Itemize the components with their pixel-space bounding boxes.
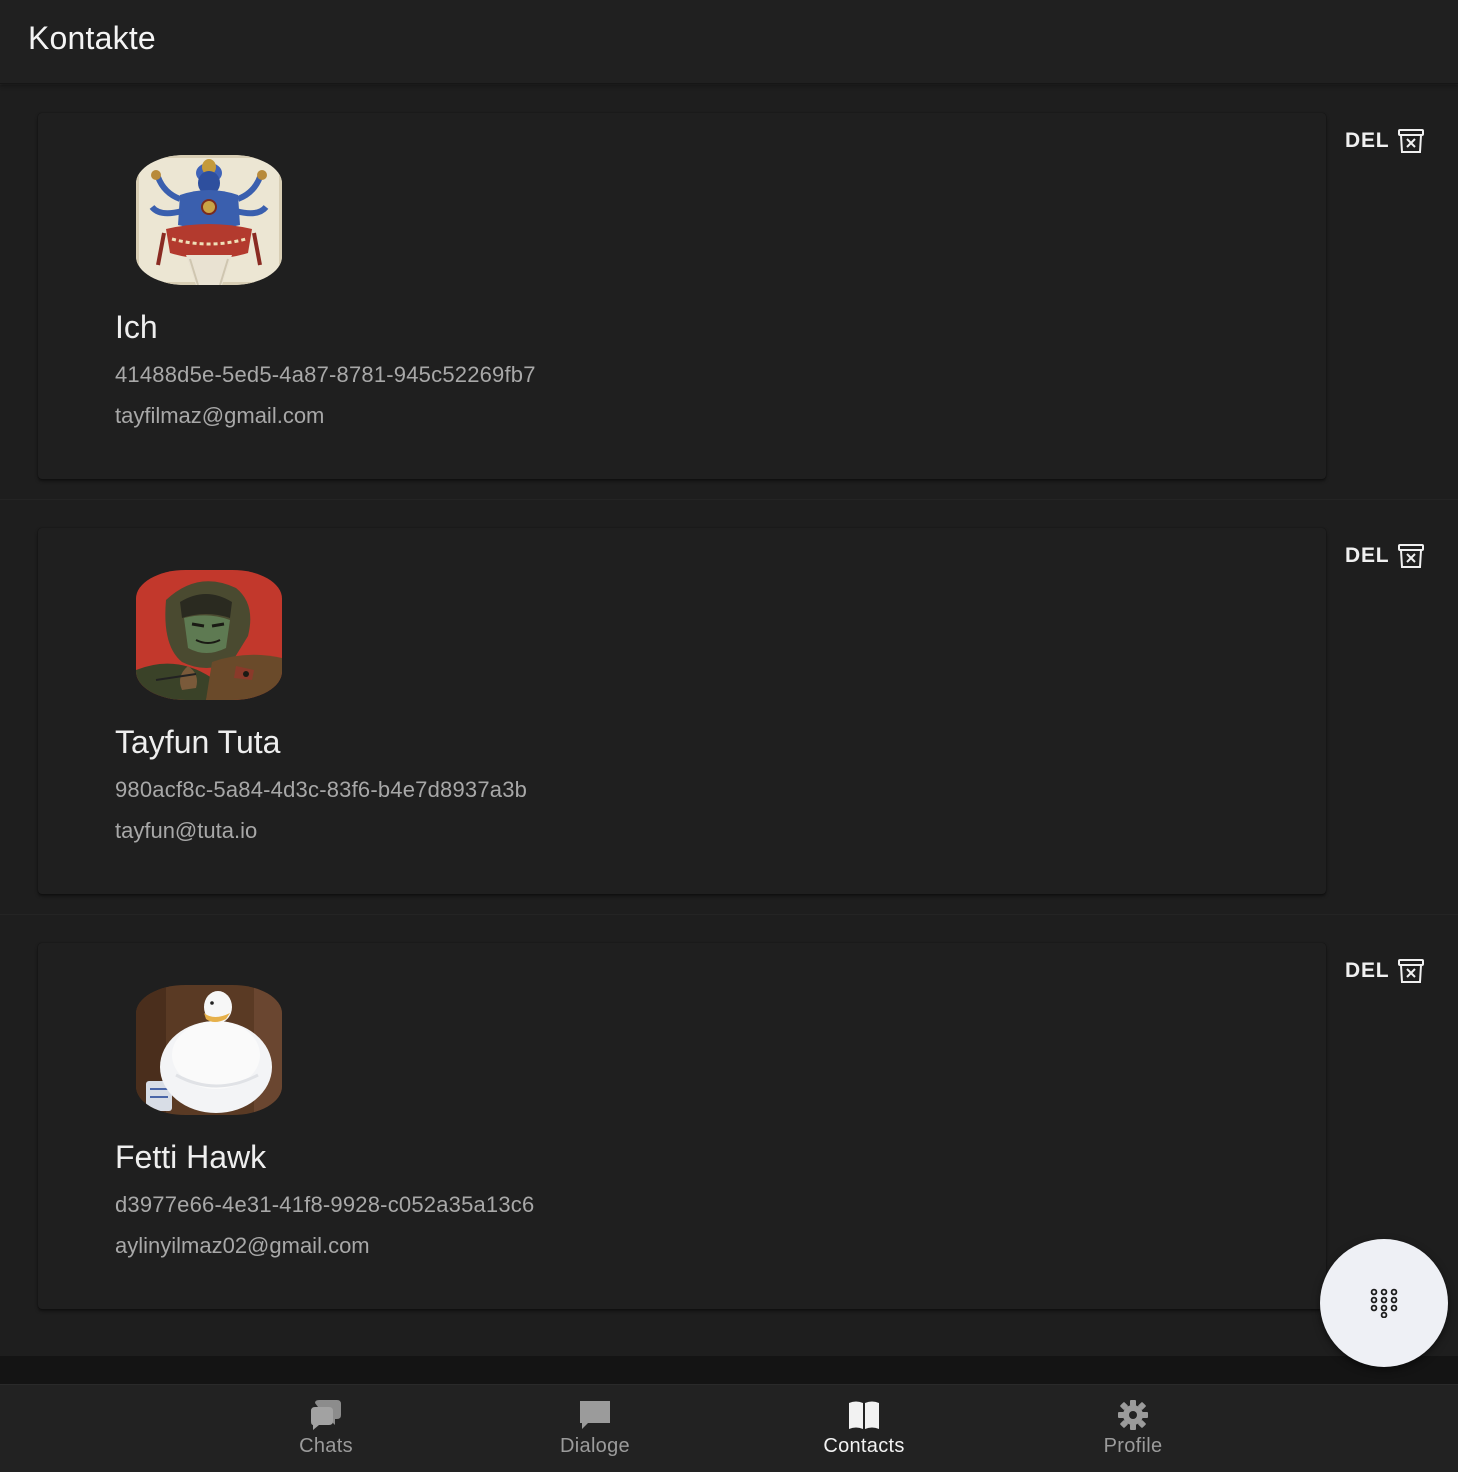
contact-row: Ich 41488d5e-5ed5-4a87-8781-945c52269fb7… [0, 84, 1458, 499]
page-title: Kontakte [28, 20, 156, 56]
message-icon [580, 1401, 610, 1429]
delete-box-icon [1397, 542, 1425, 570]
nav-label: Dialoge [560, 1435, 630, 1457]
avatar [136, 155, 282, 285]
contact-id: 980acf8c-5a84-4d3c-83f6-b4e7d8937a3b [115, 777, 528, 802]
contact-row: Fetti Hawk d3977e66-4e31-41f8-9928-c052a… [0, 914, 1458, 1329]
contact-email: tayfun@tuta.io [115, 818, 258, 843]
delete-contact-button[interactable]: DEL [1338, 953, 1434, 989]
contact-email: aylinyilmaz02@gmail.com [115, 1233, 370, 1258]
nav-label: Profile [1103, 1435, 1163, 1457]
soldier-avatar-image [136, 570, 282, 700]
deity-avatar-image [136, 155, 282, 285]
gear-icon [1118, 1400, 1148, 1430]
chats-icon [311, 1400, 341, 1430]
delete-label: DEL [1345, 544, 1390, 567]
contact-row: Tayfun Tuta 980acf8c-5a84-4d3c-83f6-b4e7… [0, 499, 1458, 914]
contact-id: d3977e66-4e31-41f8-9928-c052a35a13c6 [115, 1192, 535, 1217]
bottom-navigation: Chats Dialoge Contacts Profile [0, 1384, 1458, 1472]
avatar [136, 985, 282, 1115]
delete-box-icon [1397, 127, 1425, 155]
nav-item-contacts[interactable]: Contacts [784, 1385, 944, 1472]
nav-item-dialoge[interactable]: Dialoge [515, 1385, 675, 1472]
delete-box-icon [1397, 957, 1425, 985]
contact-id: 41488d5e-5ed5-4a87-8781-945c52269fb7 [115, 362, 536, 387]
book-icon [849, 1401, 879, 1429]
delete-label: DEL [1345, 959, 1390, 982]
bottom-divider [0, 1356, 1458, 1384]
contacts-screen: Kontakte Ich 41488d5e-5ed5-4a87-8781-945… [0, 0, 1458, 1472]
nav-item-chats[interactable]: Chats [246, 1385, 406, 1472]
contact-card[interactable]: Fetti Hawk d3977e66-4e31-41f8-9928-c052a… [38, 943, 1326, 1309]
delete-contact-button[interactable]: DEL [1338, 538, 1434, 574]
contact-name: Ich [115, 309, 158, 345]
contact-card[interactable]: Tayfun Tuta 980acf8c-5a84-4d3c-83f6-b4e7… [38, 528, 1326, 894]
dialpad-fab-button[interactable] [1320, 1239, 1448, 1367]
app-header: Kontakte [0, 0, 1458, 84]
avatar [136, 570, 282, 700]
nav-label: Contacts [823, 1435, 905, 1457]
contact-card[interactable]: Ich 41488d5e-5ed5-4a87-8781-945c52269fb7… [38, 113, 1326, 479]
contact-list: Ich 41488d5e-5ed5-4a87-8781-945c52269fb7… [0, 84, 1458, 1356]
nav-item-profile[interactable]: Profile [1053, 1385, 1213, 1472]
delete-label: DEL [1345, 129, 1390, 152]
delete-contact-button[interactable]: DEL [1338, 123, 1434, 159]
duck-avatar-image [136, 985, 282, 1115]
contact-email: tayfilmaz@gmail.com [115, 403, 325, 428]
contact-name: Fetti Hawk [115, 1139, 267, 1175]
dialpad-icon [1370, 1288, 1398, 1318]
contact-name: Tayfun Tuta [115, 724, 281, 760]
nav-label: Chats [299, 1435, 353, 1457]
